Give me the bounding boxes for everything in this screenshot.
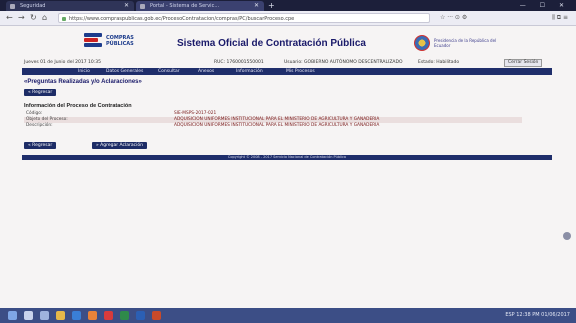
lock-icon: [62, 17, 66, 21]
national-seal-icon: [414, 35, 430, 51]
menu-item[interactable]: Anexos: [198, 68, 214, 75]
browser-tab-active[interactable]: Portal - Sistema de Servic... ✕: [136, 1, 264, 11]
add-clarification-button[interactable]: » Agregar Aclaración: [92, 142, 147, 149]
browser-tab[interactable]: Seguridad ✕: [6, 1, 134, 11]
powerpoint-icon[interactable]: [152, 311, 161, 320]
back-button[interactable]: « Regresar: [24, 142, 57, 149]
start-icon[interactable]: [8, 311, 17, 320]
menu-item[interactable]: Datos Generales: [106, 68, 143, 75]
ruc-label: RUC: 1760001550001: [214, 60, 264, 65]
back-icon[interactable]: ←: [6, 13, 13, 23]
browser-nav-bar: ← → ↻ ⌂ https://www.compraspublicas.gob.…: [0, 11, 576, 26]
status-label: Estado: Habilitado: [418, 60, 460, 65]
task-view-icon[interactable]: [40, 311, 49, 320]
logout-button[interactable]: Cerrar Sesión: [504, 59, 543, 67]
close-tab-icon[interactable]: ✕: [254, 1, 259, 11]
row-label: Descripción:: [26, 123, 53, 128]
main-menu: Inicio Datos Generales Consultar Anexos …: [22, 68, 552, 75]
site-footer: Copyright © 2008 - 2017 Servicio Naciona…: [22, 155, 552, 160]
government-logo-text: Presidencia de la República del Ecuador: [434, 38, 497, 48]
system-tray[interactable]: ESP 12:38 PM 01/06/2017: [505, 308, 570, 323]
page-favicon-icon: [10, 4, 15, 9]
back-button-top[interactable]: « Regresar: [24, 89, 57, 96]
table-row: Descripción: ADQUISICION UNIFORMES INSTI…: [24, 123, 522, 129]
window-controls[interactable]: — ☐ ✕: [520, 0, 570, 11]
session-date: Jueves 01 de Junio del 2017 10:35: [24, 60, 101, 65]
search-icon[interactable]: [24, 311, 33, 320]
browser-tab-strip: Seguridad ✕ Portal - Sistema de Servic..…: [0, 0, 576, 11]
url-tools[interactable]: ☆ ··· ⊙ ⚙: [440, 13, 467, 23]
firefox-icon[interactable]: [88, 311, 97, 320]
browser-menu-icons[interactable]: ⫼ ⧉ ≡: [552, 13, 568, 23]
government-logo: Presidencia de la República del Ecuador: [414, 35, 510, 53]
reload-icon[interactable]: ↻: [30, 13, 37, 23]
forward-icon[interactable]: →: [18, 13, 25, 23]
menu-item[interactable]: Inicio: [78, 68, 90, 75]
entity-label: Usuario: GOBIERNO AUTÓNOMO DESCENTRALIZA…: [284, 60, 403, 65]
site-title: Sistema Oficial de Contratación Pública: [177, 38, 366, 49]
row-value: ADQUISICION UNIFORMES INSTITUCIONAL PARA…: [174, 123, 380, 128]
excel-icon[interactable]: [120, 311, 129, 320]
web-page: COMPRAS PÚBLICAS Sistema Oficial de Cont…: [0, 26, 576, 308]
edge-icon[interactable]: [72, 311, 81, 320]
word-icon[interactable]: [136, 311, 145, 320]
logo-text: COMPRAS PÚBLICAS: [106, 35, 134, 47]
new-tab-button[interactable]: +: [268, 0, 275, 11]
tab-label: Seguridad: [20, 3, 46, 9]
menu-item[interactable]: Mis Procesos: [286, 68, 315, 75]
url-text: https://www.compraspublicas.gob.ec/Proce…: [69, 16, 295, 22]
url-input[interactable]: https://www.compraspublicas.gob.ec/Proce…: [58, 13, 430, 23]
compras-publicas-logo[interactable]: COMPRAS PÚBLICAS: [84, 33, 134, 53]
os-taskbar: ESP 12:38 PM 01/06/2017: [0, 308, 576, 323]
menu-item[interactable]: Consultar: [158, 68, 180, 75]
user-info-bar: Jueves 01 de Junio del 2017 10:35 RUC: 1…: [22, 59, 552, 67]
process-info-table: Código: SIE-MSPS-2017-021 Objeto del Pro…: [24, 111, 522, 129]
home-icon[interactable]: ⌂: [42, 13, 47, 23]
file-explorer-icon[interactable]: [56, 311, 65, 320]
close-tab-icon[interactable]: ✕: [124, 1, 129, 11]
page-title: «Preguntas Realizadas y/o Aclaraciones»: [24, 79, 142, 85]
page-favicon-icon: [140, 4, 145, 9]
site-header: COMPRAS PÚBLICAS Sistema Oficial de Cont…: [22, 30, 552, 60]
menu-item[interactable]: Información: [236, 68, 263, 75]
app-icon[interactable]: [104, 311, 113, 320]
scroll-indicator[interactable]: [563, 232, 571, 240]
process-info-title: Información del Proceso de Contratación: [24, 103, 132, 109]
tab-label: Portal - Sistema de Servic...: [150, 3, 220, 9]
